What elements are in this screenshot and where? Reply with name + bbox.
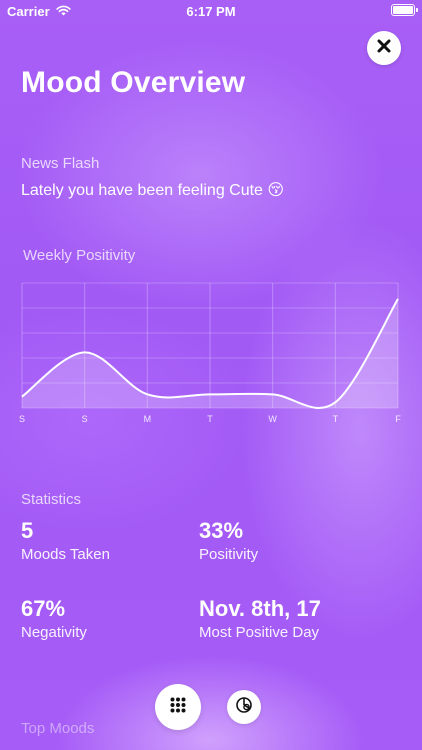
close-button[interactable] [367,31,401,65]
grid-icon [170,697,186,718]
stat-negativity-value: 67% [21,596,66,621]
close-icon [377,39,391,58]
statistics-label: Statistics [21,491,82,508]
news-flash-text: Lately you have been feeling Cute 😚 [21,182,285,199]
pie-chart-icon [235,696,253,719]
weekly-positivity-chart: SSMTWTF [0,270,422,430]
status-time: 6:17 PM [186,4,236,19]
status-right [391,4,418,16]
battery-icon [391,4,418,16]
chart-x-tick-label: S [19,414,25,424]
status-bar: Carrier 6:17 PM [0,0,422,22]
top-moods-label: Top Moods [21,720,95,737]
chart-x-tick-label: M [144,414,152,424]
chart-x-tick-label: W [268,414,277,424]
chart-x-tick-label: F [395,414,401,424]
grid-menu-button[interactable] [155,684,201,730]
chart-x-tick-label: T [207,414,213,424]
chart-svg: SSMTWTF [19,282,401,424]
stat-most-positive-day-value: Nov. 8th, 17 [199,596,321,621]
chart-x-tick-label: S [82,414,88,424]
chart-x-tick-label: T [333,414,339,424]
weekly-positivity-label: Weekly Positivity [23,247,136,264]
stat-moods-taken-value: 5 [21,518,34,543]
page-title: Mood Overview [21,66,246,99]
stat-positivity-label: Positivity [199,546,259,563]
stat-positivity-value: 33% [199,518,244,543]
stat-moods-taken-label: Moods Taken [21,546,110,563]
stat-most-positive-day-label: Most Positive Day [199,624,320,641]
news-flash-label: News Flash [21,155,100,172]
overview-chart-button[interactable] [227,690,261,724]
stat-negativity-label: Negativity [21,624,87,641]
